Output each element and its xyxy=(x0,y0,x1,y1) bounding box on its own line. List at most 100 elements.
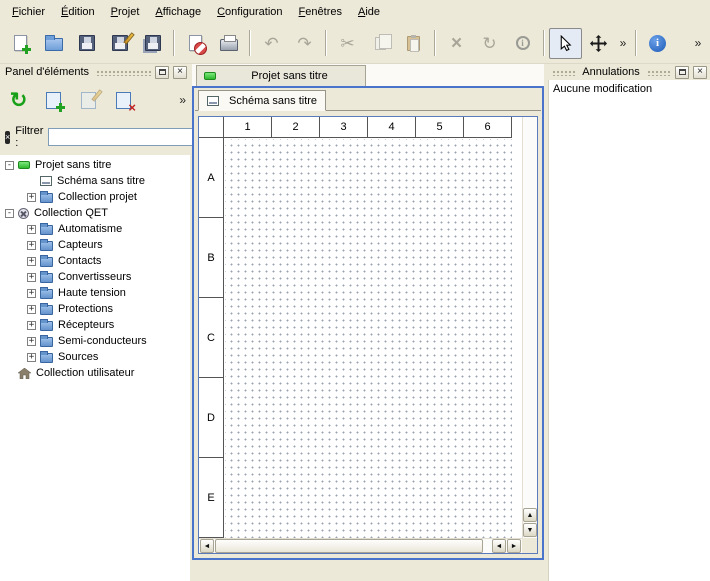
toolbar-extension-button[interactable] xyxy=(615,28,631,59)
collapse-icon[interactable]: - xyxy=(5,209,14,218)
expand-icon[interactable]: + xyxy=(27,225,36,234)
toolbar-separator xyxy=(325,30,327,56)
float-panel-button[interactable] xyxy=(155,66,169,79)
toolbar-separator xyxy=(635,30,637,56)
save-button[interactable] xyxy=(70,28,103,59)
hscroll-thumb[interactable] xyxy=(215,539,483,553)
menu-aide[interactable]: Aide xyxy=(350,2,388,22)
move-mode-button[interactable] xyxy=(582,28,615,59)
tree-item-automatisme[interactable]: + Automatisme xyxy=(0,221,190,237)
pencil-icon xyxy=(123,32,134,45)
expand-icon[interactable]: + xyxy=(27,289,36,298)
edit-element-button[interactable] xyxy=(74,86,103,115)
redo-button[interactable] xyxy=(288,28,321,59)
tree-item-collection-utilisateur[interactable]: Collection utilisateur xyxy=(0,365,190,381)
print-button[interactable] xyxy=(212,28,245,59)
menu-affichage[interactable]: Affichage xyxy=(147,2,209,22)
diagram-grid[interactable] xyxy=(225,139,512,538)
scroll-down-button[interactable] xyxy=(523,523,537,537)
expand-icon[interactable]: + xyxy=(27,273,36,282)
dock-grip[interactable] xyxy=(551,69,576,76)
paste-button[interactable] xyxy=(397,28,430,59)
copy-button[interactable] xyxy=(364,28,397,59)
tree-item-haute-tension[interactable]: + Haute tension xyxy=(0,285,190,301)
menu-fichier[interactable]: Fichier xyxy=(4,2,53,22)
toolbar-extension-button-2[interactable] xyxy=(690,28,706,59)
expand-icon[interactable]: + xyxy=(27,193,36,202)
tree-item-semi-conducteurs[interactable]: + Semi-conducteurs xyxy=(0,333,190,349)
select-mode-button[interactable] xyxy=(549,28,582,59)
undo-button[interactable] xyxy=(255,28,288,59)
schema-tab[interactable]: Schéma sans titre xyxy=(198,90,326,111)
float-panel-button[interactable] xyxy=(675,66,689,79)
about-qet-button[interactable] xyxy=(641,28,674,59)
scroll-left-button[interactable] xyxy=(200,539,214,553)
filter-row: Filtrer : xyxy=(0,124,190,150)
close-panel-button[interactable] xyxy=(693,66,707,79)
tree-item-label: Contacts xyxy=(58,255,101,267)
tree-item-collection-qet[interactable]: - Collection QET xyxy=(0,205,190,221)
scroll-up-button[interactable] xyxy=(523,508,537,522)
menu-fenetres[interactable]: Fenêtres xyxy=(291,2,350,22)
horizontal-scrollbar[interactable] xyxy=(199,538,522,553)
menu-projet[interactable]: Projet xyxy=(103,2,148,22)
expand-icon[interactable]: + xyxy=(27,305,36,314)
tree-item-convertisseurs[interactable]: + Convertisseurs xyxy=(0,269,190,285)
cut-button[interactable] xyxy=(331,28,364,59)
collapse-icon[interactable]: - xyxy=(5,161,14,170)
new-element-icon xyxy=(46,92,61,109)
menu-configuration[interactable]: Configuration xyxy=(209,2,290,22)
undo-list[interactable]: Aucune modification xyxy=(548,80,710,581)
tree-item-protections[interactable]: + Protections xyxy=(0,301,190,317)
row-header-C: C xyxy=(199,298,224,378)
expand-icon[interactable]: + xyxy=(27,257,36,266)
close-panel-button[interactable] xyxy=(173,66,187,79)
tree-item-schema[interactable]: Schéma sans titre xyxy=(0,173,190,189)
mdi-area: Projet sans titre Schéma sans titre 1 2 … xyxy=(192,64,547,581)
project-tab[interactable]: Projet sans titre xyxy=(196,65,366,86)
open-project-button[interactable] xyxy=(37,28,70,59)
save-as-button[interactable] xyxy=(103,28,136,59)
dock-grip[interactable] xyxy=(646,69,671,76)
expand-icon[interactable]: + xyxy=(27,353,36,362)
new-document-icon xyxy=(14,35,27,51)
delete-element-button[interactable] xyxy=(109,86,138,115)
project-window: Schéma sans titre 1 2 3 4 5 6 A B C D xyxy=(192,86,544,560)
tree-item-collection-projet[interactable]: + Collection projet xyxy=(0,189,190,205)
expand-icon[interactable]: + xyxy=(27,241,36,250)
tree-item-recepteurs[interactable]: + Récepteurs xyxy=(0,317,190,333)
panel-extension-button[interactable] xyxy=(179,94,186,106)
info-gray-icon xyxy=(516,36,530,50)
toolbar-separator xyxy=(434,30,436,56)
filter-input[interactable] xyxy=(48,128,198,146)
delete-button[interactable] xyxy=(440,28,473,59)
element-info-button[interactable] xyxy=(506,28,539,59)
tree-item-capteurs[interactable]: + Capteurs xyxy=(0,237,190,253)
menu-edition[interactable]: Édition xyxy=(53,2,103,22)
reload-collections-button[interactable] xyxy=(4,86,33,115)
expand-icon[interactable]: + xyxy=(27,321,36,330)
new-document-button[interactable] xyxy=(4,28,37,59)
collections-tree[interactable]: - Projet sans titre Schéma sans titre + … xyxy=(0,155,190,581)
elements-panel-header: Panel d'éléments xyxy=(0,64,190,80)
tree-item-projet[interactable]: - Projet sans titre xyxy=(0,157,190,173)
tree-item-contacts[interactable]: + Contacts xyxy=(0,253,190,269)
close-file-button[interactable] xyxy=(179,28,212,59)
project-tab-label: Projet sans titre xyxy=(251,70,327,82)
close-icon xyxy=(177,67,183,77)
save-all-button[interactable] xyxy=(136,28,169,59)
tree-item-sources[interactable]: + Sources xyxy=(0,349,190,365)
dock-grip[interactable] xyxy=(95,69,151,76)
tree-item-label: Sources xyxy=(58,351,98,363)
floppy-pencil-icon xyxy=(112,35,128,51)
scroll-right-button[interactable] xyxy=(507,539,521,553)
scissors-icon xyxy=(340,35,354,52)
rotate-button[interactable] xyxy=(473,28,506,59)
schema-view[interactable]: 1 2 3 4 5 6 A B C D E xyxy=(198,116,538,554)
expand-icon[interactable]: + xyxy=(27,337,36,346)
qelectrotech-window: Fichier Édition Projet Affichage Configu… xyxy=(0,0,710,581)
vertical-scrollbar[interactable] xyxy=(522,117,537,538)
scroll-left-button-2[interactable] xyxy=(492,539,506,553)
new-element-button[interactable] xyxy=(39,86,68,115)
clear-filter-button[interactable] xyxy=(5,131,10,144)
